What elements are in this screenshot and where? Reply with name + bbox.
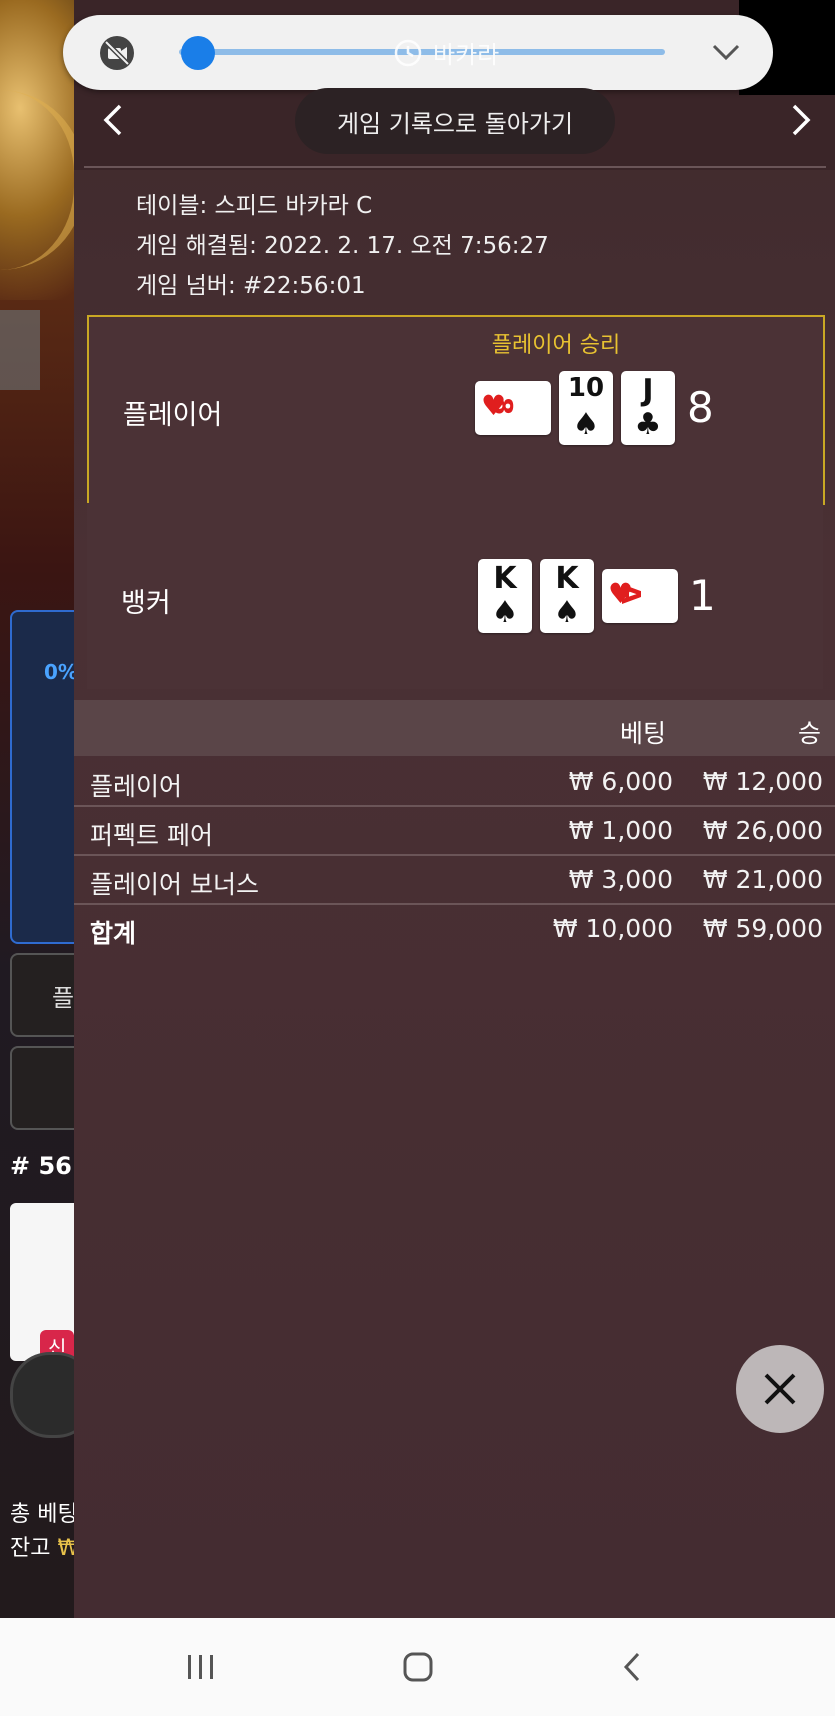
back-to-history-button[interactable]: 게임 기록으로 돌아가기: [295, 88, 615, 154]
card-suit: ♥: [481, 389, 507, 422]
playing-card: 10 ♠: [559, 371, 613, 445]
bet-row-bet: ₩ 3,000: [568, 865, 673, 894]
bet-row-win: ₩ 21,000: [702, 865, 823, 894]
chevron-left-icon[interactable]: [100, 102, 124, 138]
chevron-down-icon[interactable]: [711, 42, 741, 62]
playing-card: J ♣: [621, 371, 675, 445]
game-number: 게임 넘버: #22:56:01: [136, 273, 366, 299]
bet-row-label: 플레이어: [90, 772, 183, 801]
bet-row-bet: ₩ 6,000: [568, 767, 673, 796]
close-button[interactable]: [736, 1345, 824, 1433]
close-icon: [764, 1373, 796, 1405]
background-balance-label: 잔고: [10, 1536, 51, 1561]
home-icon[interactable]: [402, 1651, 434, 1683]
card-rank: K: [493, 561, 517, 596]
playing-card: K ♠: [540, 559, 594, 633]
background-total-bet: 총 베팅: [10, 1502, 78, 1527]
bet-row-bet: ₩ 1,000: [568, 816, 673, 845]
total-bet: ₩ 10,000: [552, 914, 673, 943]
bet-row: 퍼펙트 페어 ₩ 1,000 ₩ 26,000: [74, 806, 835, 856]
card-suit: ♠: [491, 595, 519, 630]
winner-label: 플레이어 승리: [491, 333, 621, 358]
card-rank: K: [555, 561, 579, 596]
playing-card: K ♠: [478, 559, 532, 633]
bet-row: 플레이어 보너스 ₩ 3,000 ₩ 21,000: [74, 855, 835, 905]
player-label: 플레이어: [123, 400, 223, 431]
bet-row: 플레이어 ₩ 6,000 ₩ 12,000: [74, 757, 835, 807]
banker-score: 1: [689, 571, 716, 620]
total-win: ₩ 59,000: [702, 914, 823, 943]
table-name: 테이블: 스피드 바카라 C: [136, 193, 373, 219]
playing-card: A ♥: [602, 569, 678, 623]
background-card-shoe: [0, 310, 40, 390]
bet-row-label: 플레이어 보너스: [90, 870, 259, 899]
background-balance: 잔고 ₩: [10, 1530, 79, 1562]
bet-row-label: 퍼펙트 페어: [90, 821, 213, 850]
playing-card: 8 ♥: [475, 381, 551, 435]
card-suit: ♥: [608, 577, 634, 610]
card-suit: ♣: [634, 407, 662, 442]
bet-row-win: ₩ 12,000: [702, 767, 823, 796]
card-suit: ♠: [553, 595, 581, 630]
background-percent: 0%: [44, 660, 78, 684]
background-round-number: # 56: [10, 1152, 72, 1180]
total-row: 합계 ₩ 10,000 ₩ 59,000: [74, 904, 835, 952]
chevron-right-icon[interactable]: [790, 102, 814, 138]
bet-table-header: 베팅 승: [74, 700, 835, 756]
volume-slider-thumb[interactable]: [181, 36, 216, 70]
video-off-icon[interactable]: [99, 35, 135, 71]
video-title-text: 바카라: [433, 41, 500, 69]
divider: [84, 166, 826, 168]
card-rank: J: [642, 373, 654, 408]
total-label: 합계: [90, 919, 137, 948]
win-column-header: 승: [798, 719, 822, 748]
back-icon[interactable]: [622, 1651, 642, 1683]
bet-row-win: ₩ 26,000: [702, 816, 823, 845]
video-control-bar: 바카라: [63, 15, 773, 90]
bet-column-header: 베팅: [620, 719, 667, 748]
banker-label: 뱅커: [121, 588, 171, 619]
history-icon: [394, 39, 422, 66]
resolved-time: 게임 해결됨: 2022. 2. 17. 오전 7:56:27: [136, 233, 549, 259]
video-title: 바카라: [393, 35, 499, 70]
banker-result-box: 뱅커 K ♠ K ♠ A ♥ 1: [87, 503, 823, 689]
card-suit: ♠: [572, 407, 600, 442]
background-bet-button-label: 플: [52, 984, 75, 1012]
card-rank: 10: [567, 373, 605, 403]
player-result-box: 플레이어 승리 플레이어 8 ♥ 10 ♠ J ♣ 8: [87, 315, 825, 505]
recent-apps-icon[interactable]: [185, 1653, 217, 1681]
player-score: 8: [687, 383, 714, 432]
